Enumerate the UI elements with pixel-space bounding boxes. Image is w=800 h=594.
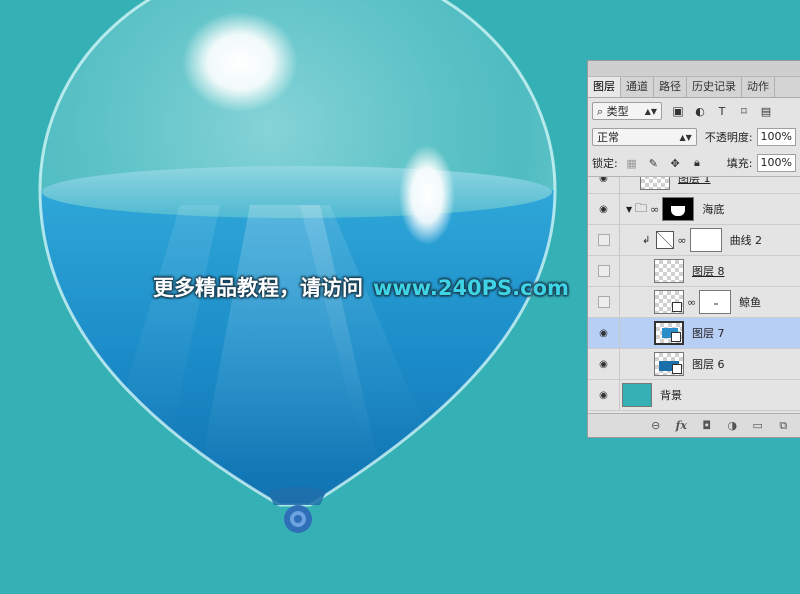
mask-icon[interactable]: ◘ — [699, 418, 715, 434]
layer-row[interactable]: ◉ 图层 6 — [588, 348, 800, 380]
type-filter-icon[interactable]: T — [714, 103, 730, 119]
layer-thumbnail — [654, 290, 684, 314]
adjustment-filter-icon[interactable]: ◐ — [692, 103, 708, 119]
tab-paths[interactable]: 路径 — [654, 77, 687, 97]
lock-all-icon[interactable]: 🔒︎ — [689, 155, 705, 171]
layer-name: 图层 7 — [692, 327, 725, 340]
chain-link-icon[interactable]: ∞ — [650, 203, 659, 216]
visibility-toggle[interactable]: ◉ — [588, 379, 620, 411]
layer-name: 海底 — [702, 203, 725, 216]
blend-mode-value: 正常 — [597, 131, 619, 144]
layer-thumbnail — [654, 321, 684, 345]
tab-actions[interactable]: 动作 — [742, 77, 775, 97]
layer-row-background[interactable]: ◉ 背景 — [588, 379, 800, 411]
visibility-toggle[interactable]: ◉ — [588, 193, 620, 225]
layers-panel-footer: ⊖ fx ◘ ◑ ▭ ⧉ — [588, 413, 800, 437]
layer-name: 图层 6 — [692, 358, 725, 371]
panel-tabs: 图层 通道 路径 历史记录 动作 — [588, 77, 800, 98]
visibility-toggle[interactable] — [588, 224, 620, 256]
folder-icon: 🗀 — [635, 200, 648, 215]
folder-icon[interactable]: ▭ — [750, 418, 766, 434]
group-mask-thumbnail — [662, 197, 695, 221]
layer-name: 图层 8 — [692, 265, 725, 278]
visibility-toggle[interactable] — [588, 286, 620, 318]
chain-link-icon[interactable]: ∞ — [677, 234, 686, 247]
layer-name: 背景 — [660, 389, 682, 402]
opacity-label: 不透明度: — [704, 131, 753, 144]
search-icon: ⌕ — [597, 105, 604, 118]
eye-icon: ◉ — [599, 203, 608, 215]
blend-mode-select[interactable]: 正常 ▲▼ — [592, 128, 697, 146]
layer-mask-thumbnail — [699, 290, 732, 314]
eye-hidden-icon — [597, 296, 610, 308]
tab-channels[interactable]: 通道 — [621, 77, 654, 97]
eye-hidden-icon — [597, 265, 610, 277]
tab-history[interactable]: 历史记录 — [687, 77, 742, 97]
filter-row: ⌕ 类型 ▲▼ ▣ ◐ T ⌑ ▤ — [588, 98, 800, 124]
layer-row[interactable]: ∞ 鲸鱼 — [588, 286, 800, 318]
clip-arrow-icon: ↲ — [642, 234, 651, 246]
image-filter-icon[interactable]: ▣ — [670, 103, 686, 119]
layers-list: ◉ 图层 1 ◉ ▼ 🗀 ∞ 海底 ↲ ∞ 曲线 2 图层 8 ∞ 鲸鱼 ◉ 图… — [588, 177, 800, 411]
watermark-caption: 更多精品教程，请访问 — [153, 276, 363, 300]
fx-icon[interactable]: fx — [674, 418, 690, 434]
expand-triangle-icon[interactable]: ▼ — [626, 205, 632, 214]
visibility-toggle[interactable]: ◉ — [588, 177, 620, 194]
watermark-text: 更多精品教程，请访问 www.240PS.com — [153, 272, 569, 302]
panel-grip[interactable] — [588, 61, 800, 77]
layer-name: 曲线 2 — [729, 234, 763, 247]
layer-thumbnail — [654, 259, 684, 283]
layer-row[interactable]: ◉ 图层 1 — [588, 177, 800, 194]
updown-icon: ▲▼ — [644, 106, 657, 116]
eye-hidden-icon — [597, 234, 610, 246]
lock-transparent-icon[interactable]: ▦ — [624, 155, 640, 171]
visibility-toggle[interactable] — [588, 255, 620, 287]
layer-thumbnail — [640, 177, 670, 190]
eye-icon: ◉ — [599, 389, 608, 401]
eye-icon: ◉ — [599, 358, 608, 370]
tab-layers[interactable]: 图层 — [588, 77, 621, 97]
new-layer-icon[interactable]: ⧉ — [776, 418, 792, 434]
smart-object-icon — [671, 332, 681, 342]
layer-kind-filter[interactable]: ⌕ 类型 ▲▼ — [592, 102, 662, 120]
opacity-input[interactable]: 100% — [756, 128, 796, 146]
chain-link-icon[interactable]: ∞ — [687, 296, 696, 309]
fill-input[interactable]: 100% — [756, 154, 797, 172]
layer-row[interactable]: 图层 8 — [588, 255, 800, 287]
lock-move-icon[interactable]: ✥ — [667, 155, 683, 171]
blend-row: 正常 ▲▼ 不透明度: 100% — [588, 124, 800, 150]
eye-icon: ◉ — [599, 177, 608, 184]
lock-row: 锁定: ▦ ✎ ✥ 🔒︎ 填充: 100% — [588, 150, 800, 176]
shape-filter-icon[interactable]: ⌑ — [736, 103, 752, 119]
updown-icon: ▲▼ — [679, 132, 692, 142]
filter-kind-label: 类型 — [606, 105, 629, 118]
link-icon[interactable]: ⊖ — [648, 418, 664, 434]
eye-icon: ◉ — [599, 327, 608, 339]
visibility-toggle[interactable]: ◉ — [588, 317, 620, 349]
lock-label: 锁定: — [592, 157, 618, 170]
layer-name: 鲸鱼 — [739, 296, 762, 309]
adjustment-icon[interactable]: ◑ — [725, 418, 741, 434]
layer-name: 图层 1 — [678, 177, 711, 185]
background-thumbnail — [622, 383, 652, 407]
layer-row-group[interactable]: ◉ ▼ 🗀 ∞ 海底 — [588, 193, 800, 225]
smart-object-filter-icon[interactable]: ▤ — [758, 103, 774, 119]
lock-brush-icon[interactable]: ✎ — [645, 155, 661, 171]
fill-label: 填充: — [726, 157, 753, 170]
layer-row-selected[interactable]: ◉ 图层 7 — [588, 317, 800, 349]
layer-mask-thumbnail — [689, 228, 722, 252]
smart-object-icon — [672, 302, 682, 312]
layers-panel: 图层 通道 路径 历史记录 动作 ⌕ 类型 ▲▼ ▣ ◐ T ⌑ ▤ 正常 ▲▼… — [587, 60, 800, 438]
curves-adjustment-icon — [656, 231, 675, 249]
watermark-url: www.240PS.com — [373, 276, 569, 300]
layer-row[interactable]: ↲ ∞ 曲线 2 — [588, 224, 800, 256]
visibility-toggle[interactable]: ◉ — [588, 348, 620, 380]
smart-object-icon — [672, 364, 682, 374]
layer-thumbnail — [654, 352, 684, 376]
